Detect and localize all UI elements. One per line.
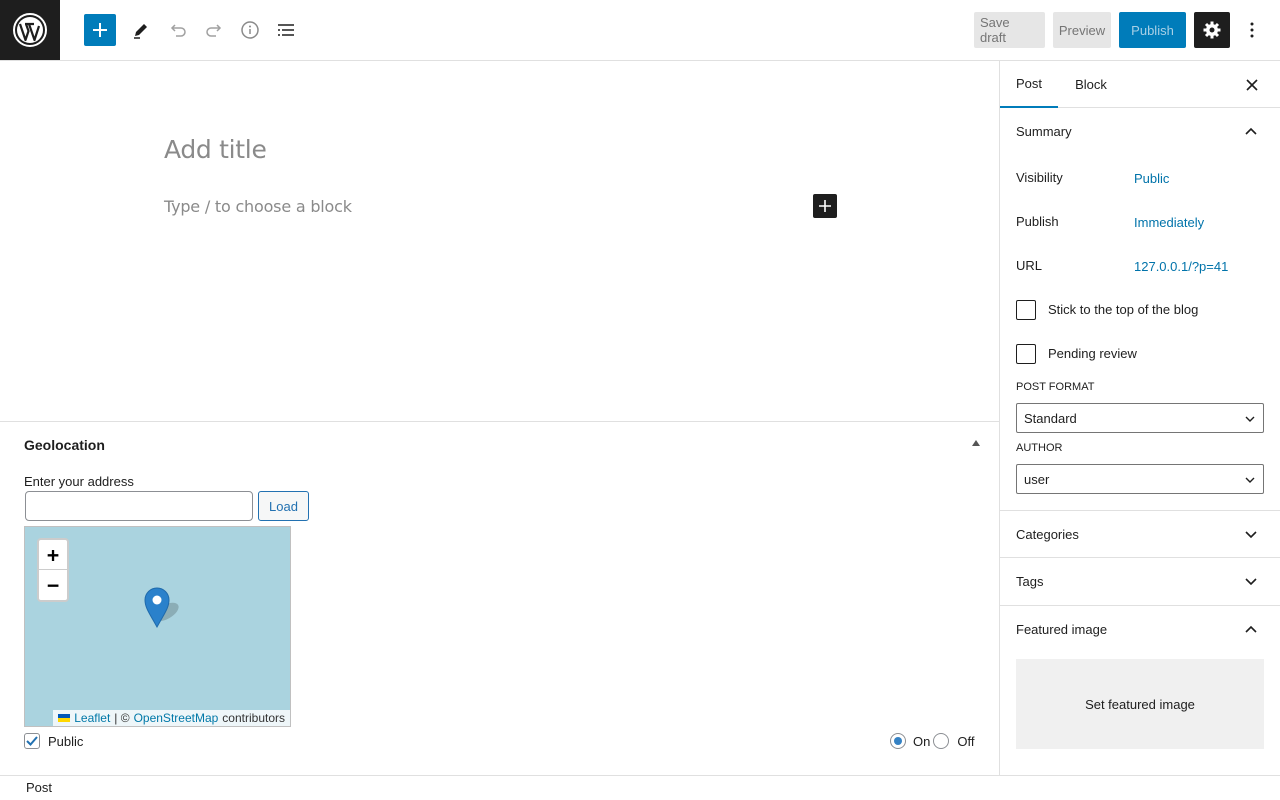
wordpress-icon [13, 13, 47, 47]
redo-icon [206, 24, 222, 37]
sticky-label: Stick to the top of the blog [1048, 302, 1199, 317]
attribution-contributors: contributors [222, 711, 285, 725]
map-attribution: Leaflet | © OpenStreetMap contributors [53, 710, 290, 726]
address-input[interactable] [25, 491, 253, 521]
author-label: AUTHOR [1016, 442, 1063, 454]
author-value: user [1024, 471, 1050, 487]
gear-icon [1203, 21, 1221, 39]
off-radio[interactable] [933, 733, 950, 749]
post-format-value: Standard [1024, 410, 1077, 426]
inline-add-block-button[interactable] [813, 194, 837, 218]
load-button[interactable]: Load [258, 491, 309, 521]
zoom-out-button[interactable]: − [39, 570, 67, 600]
pencil-icon [134, 24, 147, 39]
list-view-button[interactable] [270, 14, 302, 46]
openstreetmap-link[interactable]: OpenStreetMap [134, 711, 219, 725]
editor-header: Save draft Preview Publish [0, 0, 1280, 61]
wordpress-logo[interactable] [0, 0, 60, 60]
tags-title: Tags [1016, 574, 1044, 589]
redo-button[interactable] [198, 14, 230, 46]
preview-button[interactable]: Preview [1053, 12, 1111, 48]
info-icon [241, 21, 259, 39]
on-off-radio-group: On Off [890, 733, 974, 749]
summary-panel-toggle[interactable]: Summary [1000, 108, 1280, 156]
settings-sidebar: Post Block Summary Visibility Public Pub… [999, 61, 1280, 775]
list-view-icon [278, 24, 294, 36]
chevron-up-icon [1245, 625, 1257, 633]
post-format-select[interactable]: Standard [1016, 403, 1264, 433]
tags-panel-toggle[interactable]: Tags [1000, 558, 1280, 606]
plus-icon [93, 23, 107, 37]
on-label: On [913, 733, 931, 749]
attribution-separator: | © [114, 711, 130, 725]
tab-post[interactable]: Post [1000, 61, 1058, 108]
off-label: Off [957, 733, 975, 749]
sticky-checkbox[interactable] [1016, 300, 1036, 320]
pending-review-checkbox[interactable] [1016, 344, 1036, 364]
zoom-in-button[interactable]: + [39, 540, 67, 570]
editor-canvas: Add title Type / to choose a block [0, 61, 999, 421]
pending-review-label: Pending review [1048, 346, 1137, 361]
post-title-input[interactable]: Add title [164, 135, 267, 164]
checkmark-icon [26, 736, 38, 746]
options-button[interactable] [1236, 14, 1268, 46]
map-pin-icon[interactable] [144, 586, 184, 630]
url-label: URL [1016, 258, 1043, 273]
visibility-label: Visibility [1016, 170, 1063, 185]
sidebar-tabs: Post Block [1000, 61, 1280, 108]
chevron-down-icon [1245, 531, 1257, 539]
public-label: Public [48, 733, 84, 749]
metabox-title: Geolocation [24, 437, 105, 453]
publish-label: Publish [1016, 214, 1059, 229]
leaflet-link[interactable]: Leaflet [74, 711, 110, 725]
on-radio[interactable] [890, 733, 906, 749]
add-block-button[interactable] [84, 14, 116, 46]
publish-button[interactable]: Publish [1119, 12, 1186, 48]
settings-button[interactable] [1194, 12, 1230, 48]
zoom-control: + − [37, 538, 69, 602]
collapse-arrow-icon[interactable] [972, 440, 980, 446]
author-select[interactable]: user [1016, 464, 1264, 494]
geolocation-metabox: Geolocation Enter your address Load + − … [0, 421, 999, 775]
plus-icon [819, 200, 831, 212]
edit-tools-button[interactable] [125, 14, 157, 46]
address-label: Enter your address [24, 474, 134, 489]
categories-title: Categories [1016, 527, 1079, 542]
details-button[interactable] [234, 14, 266, 46]
save-draft-button[interactable]: Save draft [974, 12, 1045, 48]
chevron-up-icon [1245, 127, 1257, 135]
summary-title: Summary [1016, 124, 1072, 139]
editor-footer: Post [0, 775, 1280, 800]
ukraine-flag-icon [58, 714, 71, 722]
public-checkbox[interactable] [24, 733, 40, 749]
categories-panel-toggle[interactable]: Categories [1000, 510, 1280, 558]
block-appender[interactable]: Type / to choose a block [164, 197, 352, 216]
featured-image-panel-toggle[interactable]: Featured image [1000, 606, 1280, 654]
breadcrumb[interactable]: Post [26, 780, 52, 795]
url-value[interactable]: 127.0.0.1/?p=41 [1134, 259, 1228, 274]
undo-button[interactable] [162, 14, 194, 46]
chevron-down-icon [1245, 416, 1255, 422]
close-icon [1246, 79, 1258, 91]
chevron-down-icon [1245, 477, 1255, 483]
undo-icon [170, 24, 186, 37]
set-featured-image-button[interactable]: Set featured image [1016, 659, 1264, 749]
more-vertical-icon [1250, 22, 1254, 38]
featured-image-title: Featured image [1016, 622, 1108, 637]
chevron-down-icon [1245, 578, 1257, 586]
tab-block[interactable]: Block [1062, 61, 1120, 108]
visibility-value[interactable]: Public [1134, 171, 1169, 186]
post-format-label: POST FORMAT [1016, 381, 1095, 393]
close-sidebar-button[interactable] [1242, 75, 1262, 95]
publish-date-value[interactable]: Immediately [1134, 215, 1204, 230]
public-option: Public [24, 733, 83, 749]
map[interactable]: + − Leaflet | © OpenStreetMap contributo… [24, 526, 291, 727]
